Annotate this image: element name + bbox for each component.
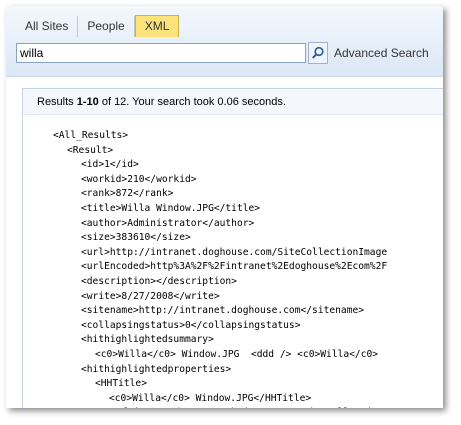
search-button[interactable]	[308, 42, 328, 64]
xml-line: <size>383610</size>	[81, 232, 191, 244]
xml-line: <Result>	[67, 144, 114, 156]
xml-line: <HHUrl>http://intranet.doghouse.com/Site…	[53, 406, 443, 408]
search-results-window: All Sites People XML Advanced Search Res…	[6, 6, 443, 408]
xml-line: <description></description>	[81, 275, 237, 287]
xml-line: <c0>Willa</c0> Window.JPG</HHTitle>	[109, 392, 312, 404]
xml-line: <workid>210</workid>	[81, 173, 197, 185]
results-prefix: Results	[37, 96, 77, 108]
results-summary: Results 1-10 of 12. Your search took 0.0…	[23, 89, 443, 115]
search-row: Advanced Search	[16, 42, 429, 64]
xml-line: <sitename>http://intranet.doghouse.com</…	[81, 305, 365, 317]
results-panel: Results 1-10 of 12. Your search took 0.0…	[22, 88, 443, 408]
scope-tabs: All Sites People XML	[16, 15, 180, 37]
tab-xml[interactable]: XML	[134, 15, 180, 37]
xml-line: <urlEncoded>http%3A%2F%2Fintranet%2Edogh…	[81, 261, 388, 273]
xml-line: <author>Administrator</author>	[81, 217, 255, 229]
xml-line: <HHTitle>	[95, 378, 147, 390]
xml-line: <c0>Willa</c0> Window.JPG <ddd /> <c0>Wi…	[95, 348, 379, 360]
results-summary-text: of 12. Your search took 0.06 seconds.	[98, 96, 286, 108]
xml-line: <hithighlightedsummary>	[81, 334, 214, 346]
search-header: All Sites People XML Advanced Search	[6, 6, 443, 77]
xml-line: <All_Results>	[53, 130, 129, 141]
xml-line: <id>1</id>	[81, 159, 139, 171]
xml-line: <hithighlightedproperties>	[81, 363, 232, 375]
xml-output: <All_Results> <Result> <id>1</id> <workid>2…	[53, 129, 443, 408]
xml-line: <write>8/27/2008</write>	[81, 290, 220, 302]
xml-line: <url>http://intranet.doghouse.com/SiteCo…	[81, 246, 388, 258]
xml-line: <rank>872</rank>	[81, 188, 174, 200]
advanced-search-link[interactable]: Advanced Search	[334, 46, 429, 60]
xml-line: <collapsingstatus>0</collapsingstatus>	[81, 319, 301, 331]
search-input[interactable]	[16, 43, 306, 63]
xml-line: <title>Willa Window.JPG</title>	[81, 202, 261, 214]
tab-people[interactable]: People	[78, 16, 135, 37]
search-icon	[312, 46, 324, 59]
results-range: 1-10	[76, 96, 99, 108]
tab-all-sites[interactable]: All Sites	[16, 16, 79, 37]
